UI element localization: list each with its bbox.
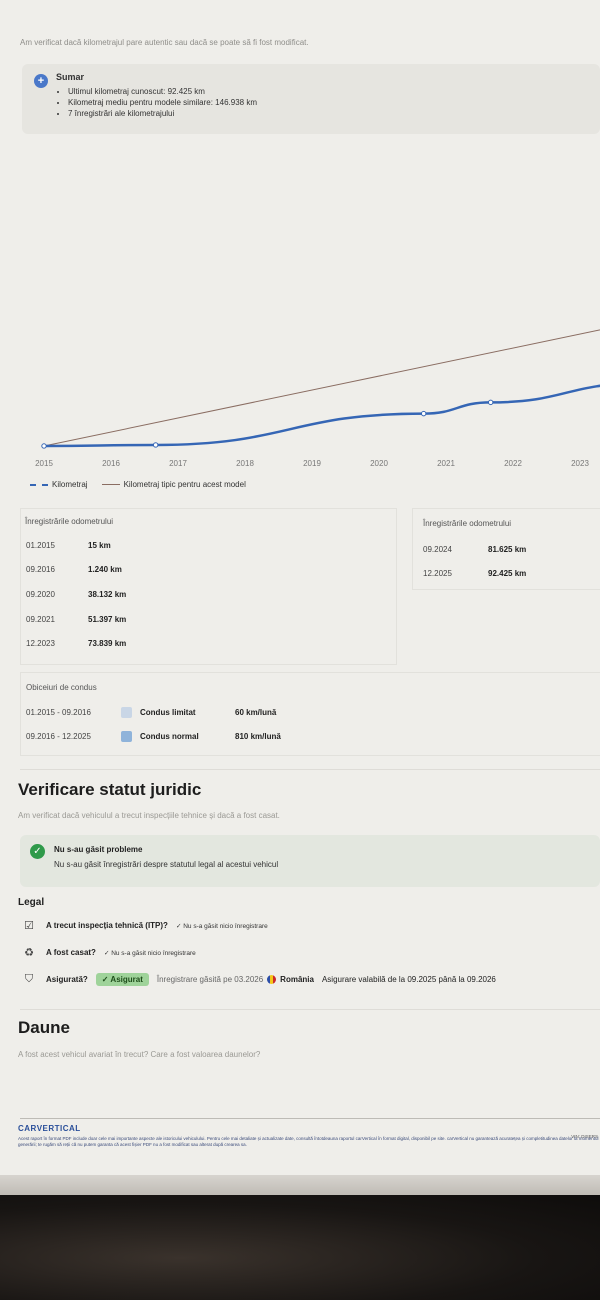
legal-label: Legal <box>18 897 45 908</box>
odometer-date: 09.2024 <box>423 545 452 554</box>
summary-item: 7 înregistrări ale kilometrajului <box>68 108 257 119</box>
habit-swatch <box>121 707 132 718</box>
odometer-row: 09.2021 51.397 km <box>26 615 126 624</box>
odometer-records-title: Înregistrările odometrului <box>423 519 512 528</box>
odometer-row: 12.2023 73.839 km <box>26 639 126 648</box>
legend-typical-label: Kilometraj tipic pentru acest model <box>123 480 246 489</box>
odometer-records-title: Înregistrările odometrului <box>25 517 114 526</box>
odometer-intro-text: Am verificat dacă kilometrajul pare aute… <box>20 38 309 47</box>
carvertical-logo: CARVERTICAL <box>18 1124 81 1133</box>
legal-row-casat: ♻ A fost casat? ✓ Nu s-a găsit nicio înr… <box>18 946 196 959</box>
no-problems-text: Nu s-au găsit înregistrări despre statut… <box>54 860 279 869</box>
odometer-date: 09.2020 <box>26 590 55 599</box>
legal-row-itp: ☑ A trecut inspecția tehnică (ITP)? ✓ Nu… <box>18 919 268 932</box>
section-divider <box>20 769 600 770</box>
x-tick-label: 2023 <box>571 459 589 468</box>
x-tick-label: 2015 <box>35 459 53 468</box>
x-tick-label: 2018 <box>236 459 254 468</box>
odometer-records-left: Înregistrările odometrului 01.2015 15 km … <box>20 508 397 665</box>
summary-box: + Sumar Ultimul kilometraj cunoscut: 92.… <box>22 64 600 134</box>
driving-habits: Obiceiuri de condus 01.2015 - 09.2016 Co… <box>20 672 600 756</box>
habit-period: 09.2016 - 12.2025 <box>26 732 91 741</box>
casat-question: A fost casat? <box>46 948 96 957</box>
odometer-km: 92.425 km <box>488 569 527 578</box>
damage-section-title: Daune <box>18 1018 70 1037</box>
x-tick-label: 2016 <box>102 459 120 468</box>
habit-swatch <box>121 731 132 742</box>
summary-item: Ultimul kilometraj cunoscut: 92.425 km <box>68 86 257 97</box>
background-floor <box>0 1195 600 1300</box>
driving-habit-row: 01.2015 - 09.2016 Condus limitat 60 km/l… <box>26 707 276 718</box>
odometer-point <box>152 442 159 448</box>
summary-title: Sumar <box>56 72 85 82</box>
report-page: Am verificat dacă kilometrajul pare aute… <box>0 0 600 1195</box>
shield-check-icon: ⛉ <box>24 973 34 985</box>
casat-answer: ✓ Nu s-a găsit nicio înregistrare <box>103 949 196 957</box>
odometer-km: 1.240 km <box>88 565 122 574</box>
legal-section-title: Verificare statut juridic <box>18 780 202 799</box>
odometer-date: 01.2015 <box>26 541 55 550</box>
summary-list: Ultimul kilometraj cunoscut: 92.425 km K… <box>56 86 257 119</box>
odometer-km: 73.839 km <box>88 639 127 648</box>
info-icon: + <box>34 74 48 88</box>
insurance-country: România <box>280 975 314 984</box>
x-tick-label: 2017 <box>169 459 187 468</box>
x-tick-label: 2020 <box>370 459 388 468</box>
odometer-km: 81.625 km <box>488 545 527 554</box>
odometer-date: 09.2016 <box>26 565 55 574</box>
odometer-km: 51.397 km <box>88 615 127 624</box>
habit-rate: 810 km/lună <box>235 732 281 741</box>
recycle-icon: ♻ <box>24 947 34 959</box>
footer-disclaimer: Acest raport în format PDF include doar … <box>18 1136 599 1147</box>
insurance-validity: Asigurare valabilă de la 09.2025 până la… <box>321 975 496 984</box>
itp-question: A trecut inspecția tehnică (ITP)? <box>46 921 168 930</box>
no-problems-box: ✓ Nu s-au găsit probleme Nu s-au găsit î… <box>20 835 600 887</box>
legend-typical-swatch <box>101 484 120 485</box>
itp-answer: ✓ Nu s-a găsit nicio înregistrare <box>175 922 268 930</box>
chart-legend: Kilometraj Kilometraj tipic pentru acest… <box>30 480 246 489</box>
legal-row-insurance: ⛉ Asigurată? ✓ Asigurat Înregistrare găs… <box>18 973 496 986</box>
odometer-row: 09.2020 38.132 km <box>26 590 126 599</box>
odometer-point <box>420 410 427 417</box>
odometer-date: 09.2021 <box>26 615 55 624</box>
odometer-row: 09.2016 1.240 km <box>26 565 122 574</box>
check-circle-icon: ✓ <box>30 844 45 859</box>
typical-mileage-line <box>43 329 600 447</box>
legend-odo-label: Kilometraj <box>52 480 88 489</box>
insurance-found: Înregistrare găsită pe 03.2026 <box>156 975 264 984</box>
habit-rate: 60 km/lună <box>235 708 277 717</box>
insurance-question: Asigurată? <box>46 975 88 984</box>
checklist-icon: ☑ <box>24 920 34 932</box>
odometer-row: 09.2024 81.625 km <box>423 545 526 554</box>
odometer-date: 12.2023 <box>26 639 55 648</box>
summary-item: Kilometraj mediu pentru modele similare:… <box>68 97 257 108</box>
odometer-chart: 2015 2016 2017 2018 2019 2020 2021 2022 2023 <box>35 329 600 468</box>
habit-period: 01.2015 - 09.2016 <box>26 708 91 717</box>
habit-type: Condus normal <box>140 732 199 741</box>
odometer-km: 38.132 km <box>88 590 127 599</box>
odometer-point <box>41 443 47 449</box>
driving-habits-title: Obiceiuri de condus <box>26 683 97 692</box>
odometer-line <box>43 384 600 448</box>
driving-habit-row: 09.2016 - 12.2025 Condus normal 810 km/l… <box>26 731 281 742</box>
habit-type: Condus limitat <box>140 708 196 717</box>
legal-section-subtitle: Am verificat dacă vehiculul a trecut ins… <box>18 811 280 820</box>
damage-section-subtitle: A fost acest vehicul avariat în trecut? … <box>18 1050 261 1059</box>
footer-divider <box>20 1118 600 1119</box>
x-tick-label: 2021 <box>437 459 455 468</box>
odometer-point <box>487 399 494 406</box>
legend-odo-swatch <box>30 483 48 486</box>
no-problems-title: Nu s-au găsit probleme <box>54 845 143 854</box>
odometer-records-right: Înregistrările odometrului 09.2024 81.625… <box>412 508 600 590</box>
x-tick-label: 2019 <box>303 459 321 468</box>
odometer-date: 12.2025 <box>423 569 452 578</box>
x-tick-label: 2022 <box>504 459 522 468</box>
insured-badge: ✓ Asigurat <box>95 973 149 986</box>
odometer-km: 15 km <box>88 541 111 550</box>
romania-flag-icon <box>267 975 277 984</box>
section-divider <box>20 1009 600 1010</box>
odometer-row: 01.2015 15 km <box>26 541 111 550</box>
odometer-row: 12.2025 92.425 km <box>423 569 526 578</box>
